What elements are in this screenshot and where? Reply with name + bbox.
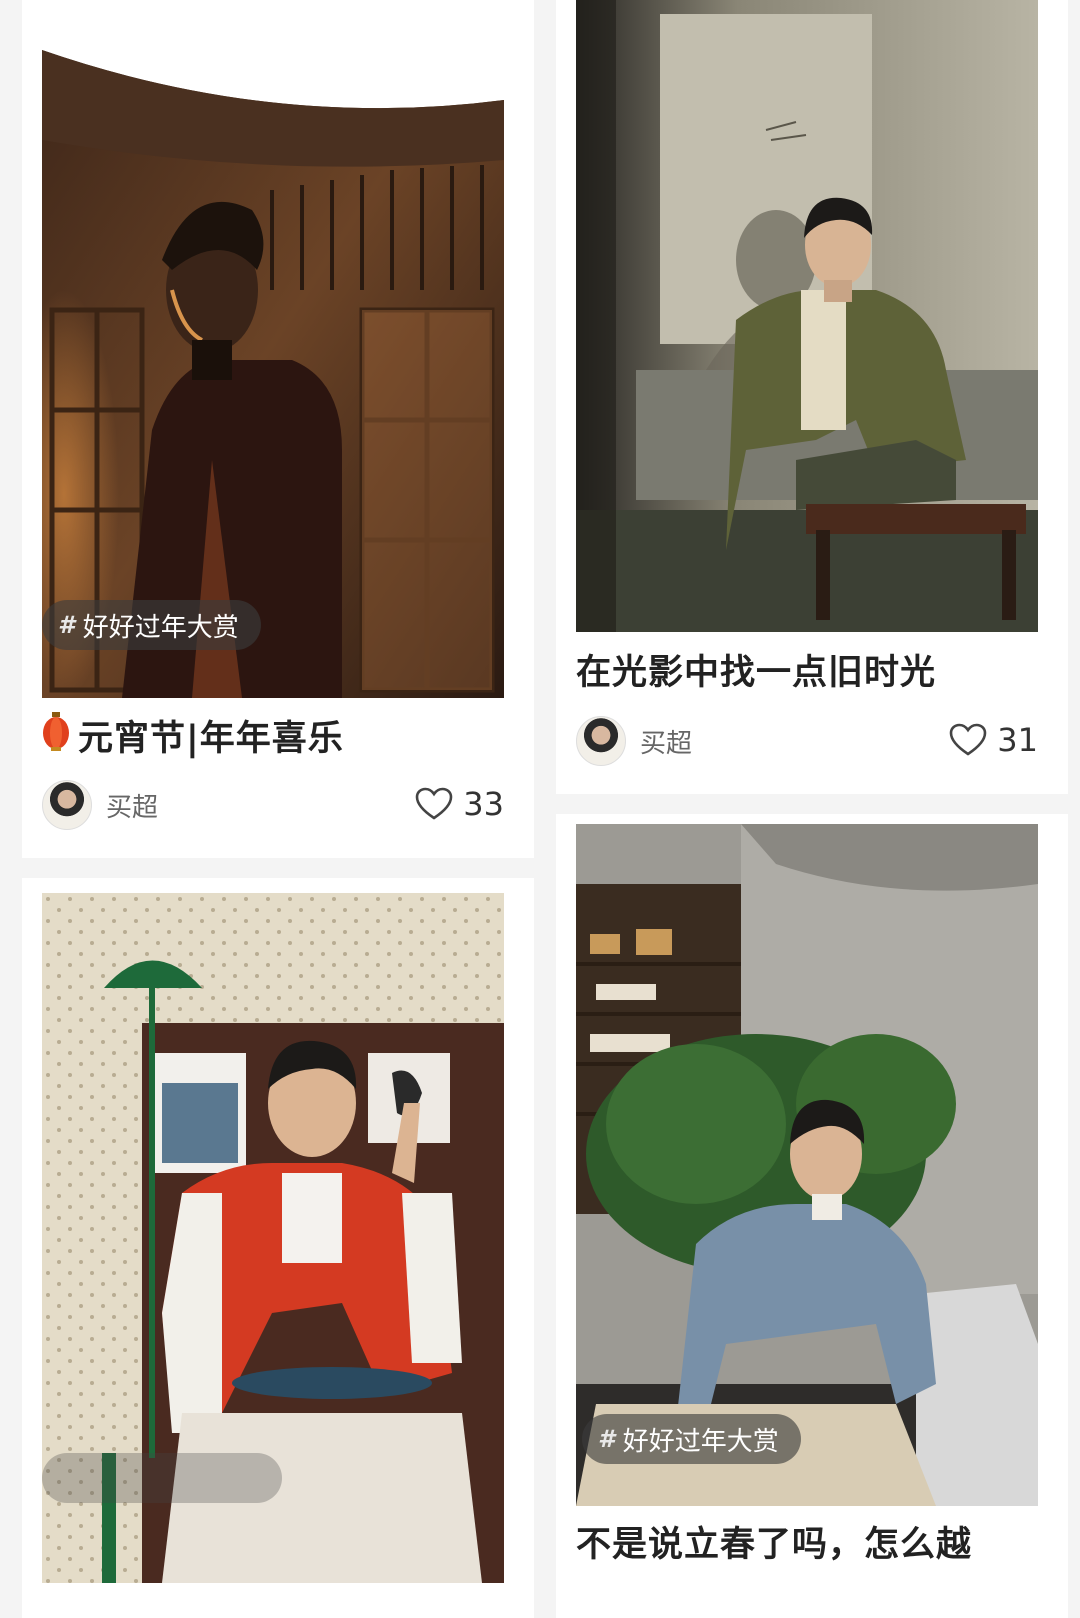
- card-4-title[interactable]: 不是说立春了吗，怎么越: [576, 1516, 1046, 1567]
- avatar[interactable]: [42, 780, 92, 830]
- hashtag-icon: #: [598, 1425, 615, 1453]
- feed-card-2[interactable]: 在光影中找一点旧时光 买超 31: [556, 0, 1068, 794]
- topic-tag-label: 好好过年大赏: [622, 1426, 779, 1457]
- card-1-photo[interactable]: # 好好过年大赏: [42, 0, 504, 698]
- topic-tag[interactable]: # 好好过年大赏: [42, 600, 261, 650]
- card-1-title[interactable]: 元宵节|年年喜乐: [42, 710, 512, 761]
- feed-card-1[interactable]: # 好好过年大赏 元宵节|年年喜乐 买超 33: [22, 0, 534, 858]
- like-count: 31: [997, 721, 1038, 759]
- card-2-title[interactable]: 在光影中找一点旧时光: [576, 644, 1046, 695]
- card-title-text: 不是说立春了吗，怎么越: [576, 1525, 973, 1565]
- feed-card-4[interactable]: # 好好过年大赏 不是说立春了吗，怎么越: [556, 814, 1068, 1618]
- like-button[interactable]: 33: [415, 784, 504, 824]
- author-name[interactable]: 买超: [640, 723, 692, 760]
- portrait-photo-olive-coat-icon: [576, 0, 1038, 632]
- lantern-icon: [43, 712, 69, 751]
- like-count: 33: [463, 785, 504, 823]
- author-name[interactable]: 买超: [106, 787, 158, 824]
- feed-card-3[interactable]: [22, 878, 534, 1618]
- avatar[interactable]: [576, 716, 626, 766]
- topic-tag-label: 好好过年大赏: [82, 612, 239, 643]
- card-title-text: 元宵节|年年喜乐: [78, 719, 344, 759]
- hashtag-icon: #: [58, 611, 75, 639]
- card-3-photo[interactable]: [42, 893, 504, 1583]
- portrait-photo-dark-interior-icon: [42, 0, 504, 698]
- card-title-text: 在光影中找一点旧时光: [576, 653, 937, 693]
- card-2-photo[interactable]: [576, 0, 1038, 632]
- card-4-photo[interactable]: # 好好过年大赏: [576, 824, 1038, 1506]
- portrait-photo-red-varsity-jacket-icon: [42, 893, 504, 1583]
- like-button[interactable]: 31: [949, 720, 1038, 760]
- portrait-photo-blue-sweater-icon: [576, 824, 1038, 1506]
- card-1-meta: 买超 33: [42, 778, 504, 830]
- heart-icon: [415, 787, 453, 820]
- heart-icon: [949, 723, 987, 756]
- topic-tag[interactable]: # 好好过年大赏: [582, 1414, 801, 1464]
- card-2-meta: 买超 31: [576, 714, 1038, 766]
